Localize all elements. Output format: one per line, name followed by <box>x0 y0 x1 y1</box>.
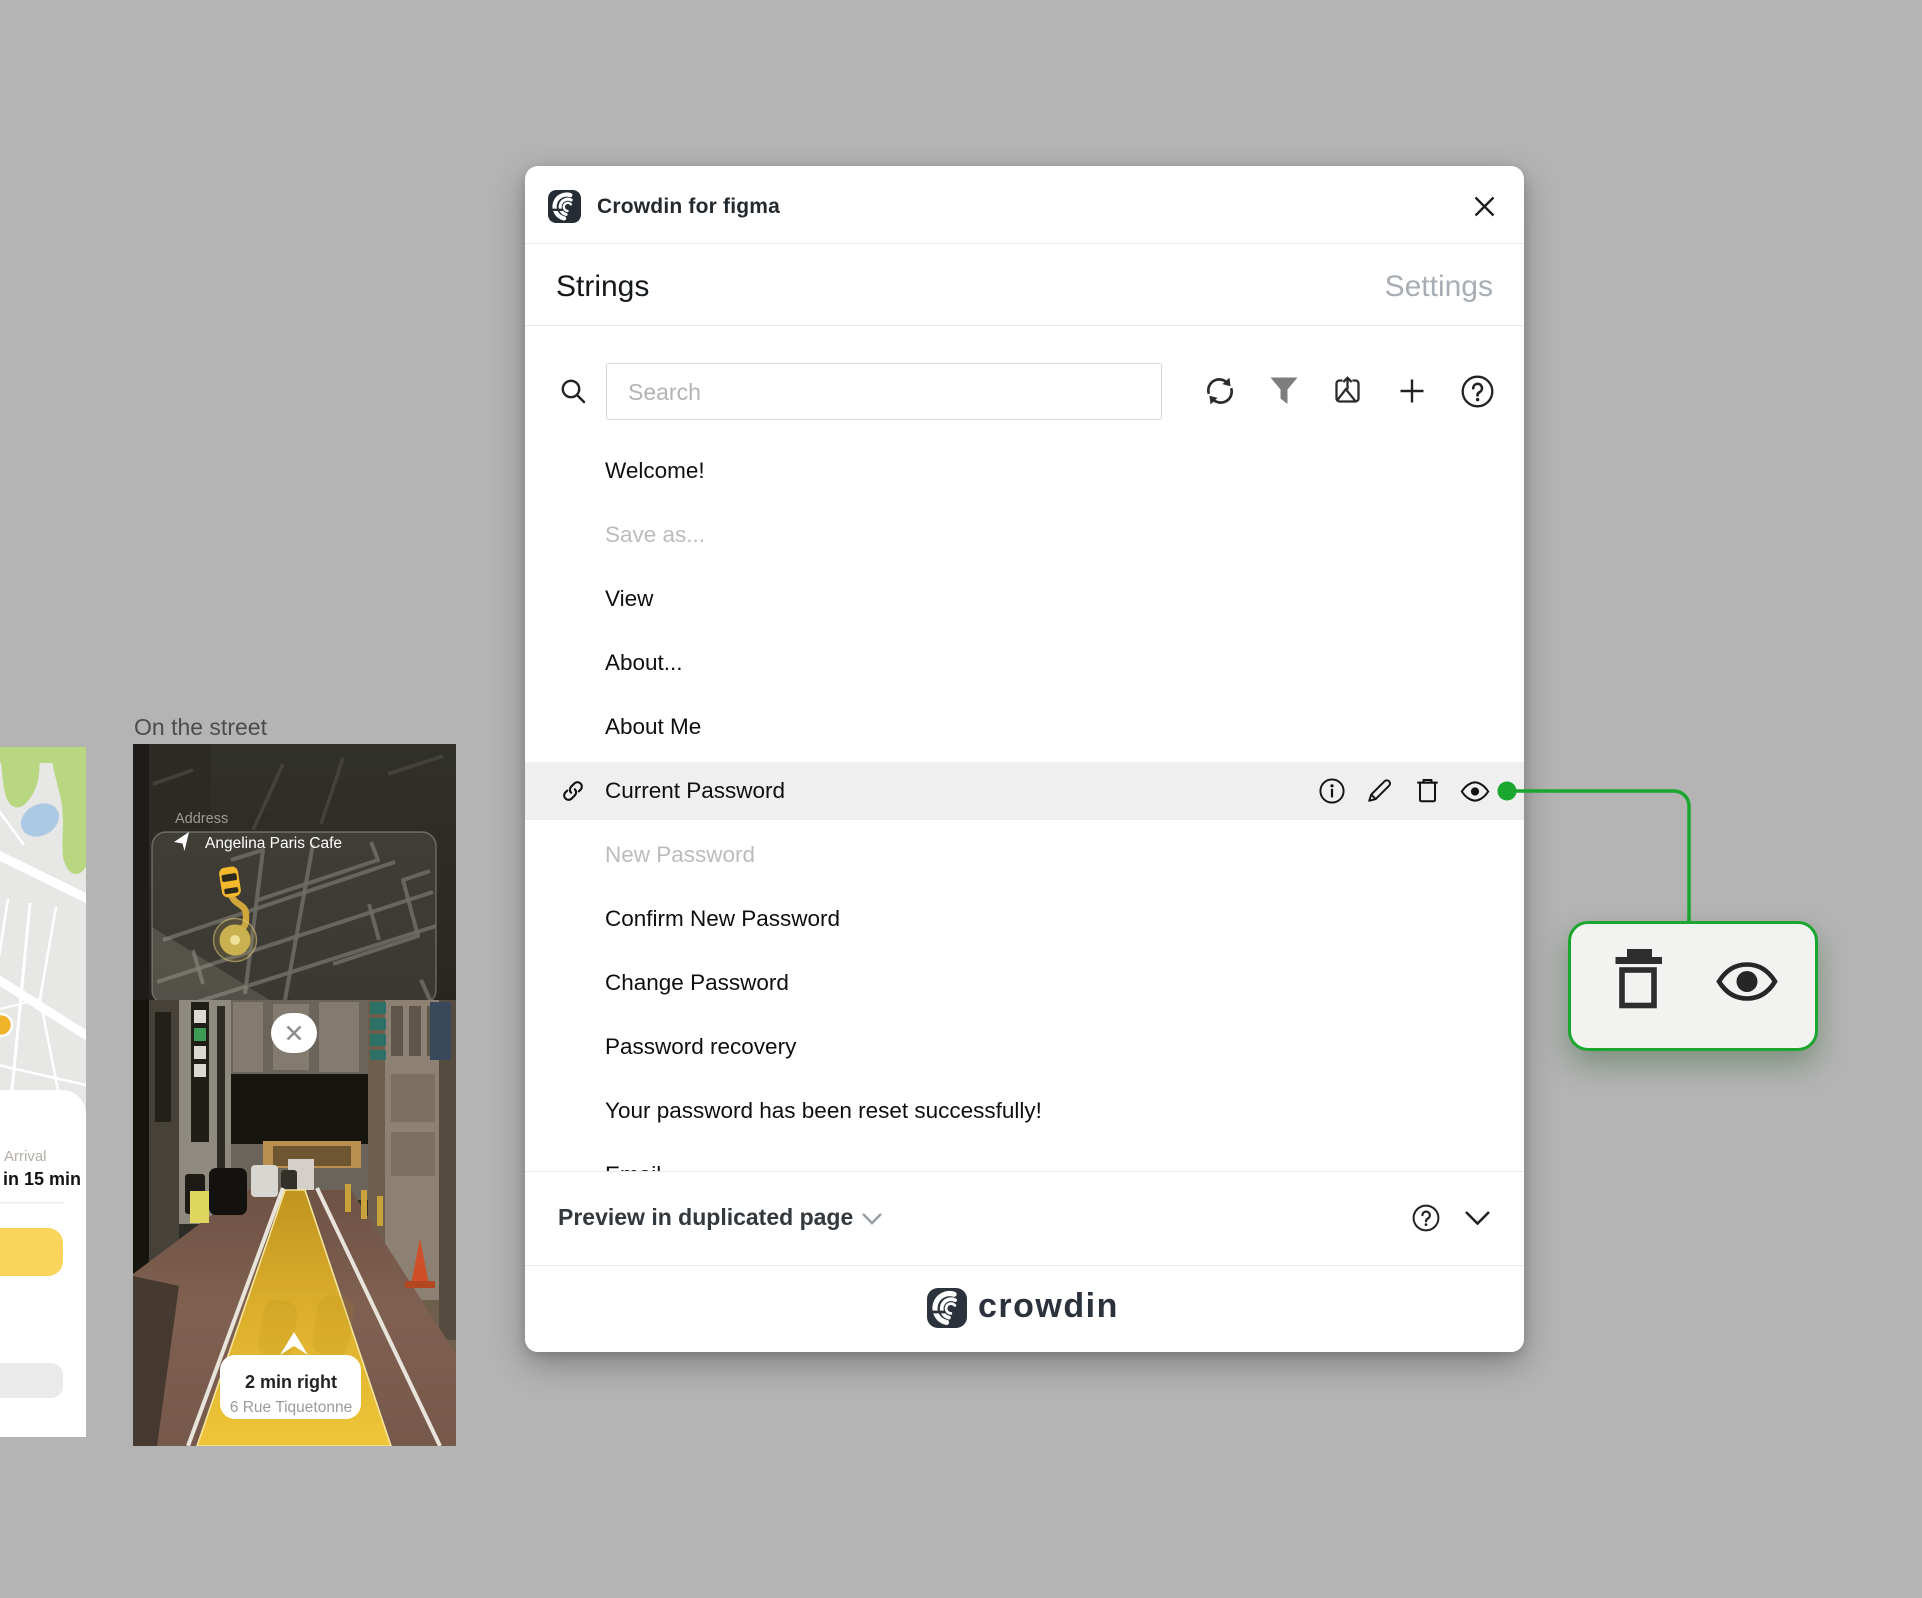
svg-text:Arrival: Arrival <box>4 1148 47 1165</box>
svg-text:6 Rue Tiquetonne: 6 Rue Tiquetonne <box>230 1399 352 1416</box>
svg-text:2 min right: 2 min right <box>245 1372 337 1392</box>
svg-text:Address: Address <box>175 811 228 827</box>
svg-text:in 15 min: in 15 min <box>3 1169 81 1189</box>
svg-text:Angelina Paris Cafe: Angelina Paris Cafe <box>205 835 342 852</box>
